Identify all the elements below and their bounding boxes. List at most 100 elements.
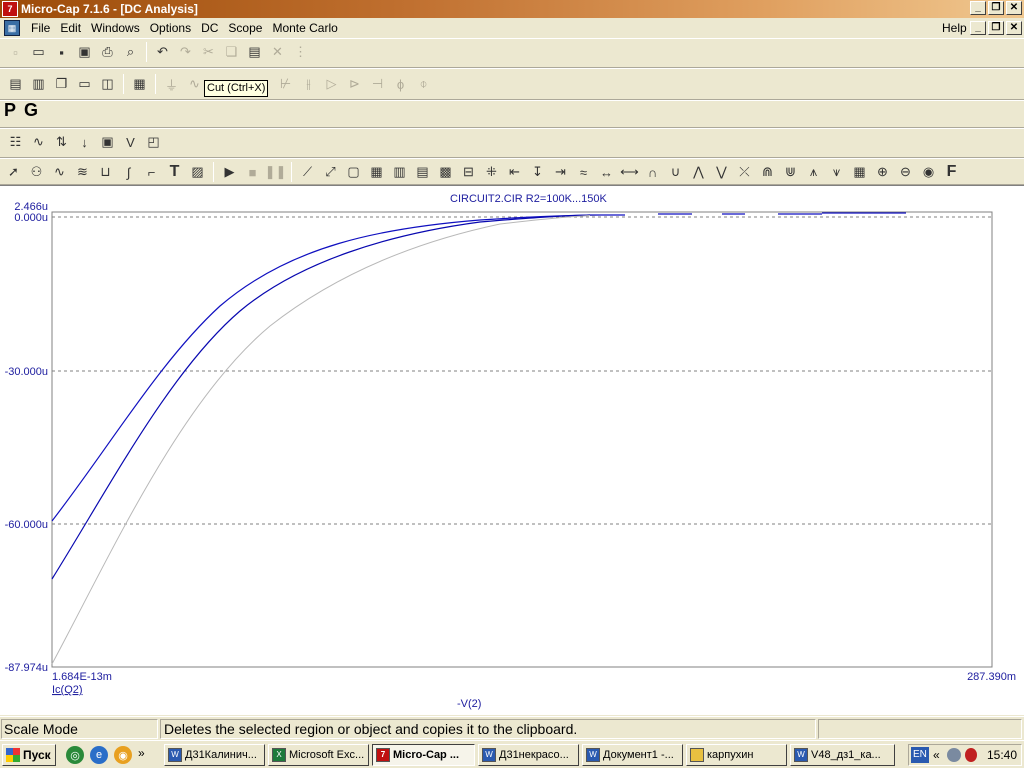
waveform-icon[interactable]: ∿ (27, 131, 50, 153)
menu-dc[interactable]: DC (196, 18, 223, 38)
tile-vertical-icon[interactable]: ▥ (27, 73, 50, 95)
slope-icon[interactable]: ⤢ (319, 161, 342, 183)
menu-help[interactable]: Help (942, 18, 967, 38)
probe-icon[interactable]: ↓ (73, 131, 96, 153)
start-button[interactable]: Пуск (2, 744, 56, 766)
transistor-icon[interactable]: ⊬ (274, 73, 297, 95)
zoom-in-icon[interactable]: ⊕ (871, 161, 894, 183)
global-high-icon[interactable]: ⋒ (756, 161, 779, 183)
app-icon[interactable]: 7 (2, 1, 18, 17)
inflection-icon[interactable]: ⤫ (733, 161, 756, 183)
font-icon[interactable]: F (940, 161, 963, 183)
copy-icon[interactable]: ❏ (220, 41, 243, 63)
point-tag-icon[interactable]: ≋ (71, 161, 94, 183)
same-y-icon[interactable]: ≈ (572, 161, 595, 183)
cursor-icon[interactable]: ↧ (526, 161, 549, 183)
cascade-icon[interactable]: ❐ (50, 73, 73, 95)
plot-area[interactable]: CIRCUIT2.CIR R2=100K...150K 2.466u 0.000… (0, 185, 1024, 715)
top-icon[interactable]: ⩚ (802, 161, 825, 183)
close-icon[interactable]: ✕ (1006, 1, 1022, 15)
plot-window-icon[interactable]: ▣ (96, 131, 119, 153)
document-icon[interactable]: ▦ (4, 20, 20, 36)
new-icon[interactable]: ▫ (4, 41, 27, 63)
global-low-icon[interactable]: ⋓ (779, 161, 802, 183)
scale-mode-icon[interactable]: ∿ (48, 161, 71, 183)
task-button-3[interactable]: 7 Micro-Cap ... (372, 744, 475, 766)
internet-explorer-icon[interactable]: e (90, 746, 108, 764)
dc-analysis-plot[interactable]: CIRCUIT2.CIR R2=100K...150K 2.466u 0.000… (0, 186, 1024, 716)
text-icon[interactable]: T (163, 161, 186, 183)
tray-app-icon[interactable] (947, 748, 961, 762)
restore-icon[interactable]: ❐ (988, 1, 1004, 15)
task-button-7[interactable]: W V48_дз1_ка... (790, 744, 895, 766)
low-icon[interactable]: ⋁ (710, 161, 733, 183)
delete-icon[interactable]: ✕ (266, 41, 289, 63)
x-variable-label[interactable]: -V(2) (457, 698, 481, 710)
select-mode-icon[interactable]: ⚇ (25, 161, 48, 183)
save-all-icon[interactable]: ▣ (73, 41, 96, 63)
menu-options[interactable]: Options (145, 18, 196, 38)
properties-icon[interactable]: ▨ (186, 161, 209, 183)
vertical-tag-icon[interactable]: ∫ (117, 161, 140, 183)
doc-close-icon[interactable]: ✕ (1006, 21, 1022, 35)
run-icon[interactable]: ▶ (218, 161, 241, 183)
tray-security-icon[interactable] (965, 748, 977, 762)
language-indicator[interactable]: EN (911, 747, 929, 763)
split-window-icon[interactable]: ◫ (96, 73, 119, 95)
menu-scope[interactable]: Scope (223, 18, 267, 38)
source-icon[interactable]: ϕ (389, 73, 412, 95)
diode-icon[interactable]: ⊳ (343, 73, 366, 95)
task-button-2[interactable]: X Microsoft Exc... (268, 744, 369, 766)
paste-icon[interactable]: ▤ (243, 41, 266, 63)
battery-icon[interactable]: ⊣ (366, 73, 389, 95)
opamp-icon[interactable]: ▷ (320, 73, 343, 95)
save-icon[interactable]: ▪ (50, 41, 73, 63)
line-icon[interactable]: ⟋ (296, 161, 319, 183)
high-icon[interactable]: ⋀ (687, 161, 710, 183)
calculator-icon[interactable]: ▦ (128, 73, 151, 95)
bottom-icon[interactable]: ⩛ (825, 161, 848, 183)
zoom-window-icon[interactable]: ◰ (142, 131, 165, 153)
performance-tag-icon[interactable]: ⌐ (140, 161, 163, 183)
open-icon[interactable]: ▭ (27, 41, 50, 63)
tile-horizontal-icon[interactable]: ▤ (4, 73, 27, 95)
baseline-icon[interactable]: ⊟ (457, 161, 480, 183)
task-button-1[interactable]: W Д31Калинич... (164, 744, 265, 766)
capacitor-icon[interactable]: ⫲ (297, 73, 320, 95)
print-icon[interactable]: ⎙ (96, 41, 119, 63)
cursor-left-icon[interactable]: ⇤ (503, 161, 526, 183)
rectangle-icon[interactable]: ▢ (342, 161, 365, 183)
probe-p-button[interactable]: P (4, 100, 16, 121)
redo-icon[interactable]: ↷ (174, 41, 197, 63)
select-all-icon[interactable]: ⋮ (289, 41, 312, 63)
valley-icon[interactable]: ∪ (664, 161, 687, 183)
cursor-right-icon[interactable]: ⇥ (549, 161, 572, 183)
grid-icon[interactable]: ▦ (365, 161, 388, 183)
grid-fine-icon[interactable]: ▩ (434, 161, 457, 183)
numeric-output-icon[interactable]: ☷ (4, 131, 27, 153)
horizontal-tag-icon[interactable]: ⊔ (94, 161, 117, 183)
task-button-5[interactable]: W Документ1 -... (582, 744, 683, 766)
chrome-icon[interactable]: ◉ (114, 746, 132, 764)
color-icon[interactable]: ◉ (917, 161, 940, 183)
window-icon[interactable]: ▭ (73, 73, 96, 95)
stepping-icon[interactable]: ⇅ (50, 131, 73, 153)
doc-minimize-icon[interactable]: _ (970, 21, 986, 35)
probe-g-button[interactable]: G (24, 100, 38, 121)
current-source-icon[interactable]: ⌽ (412, 73, 435, 95)
zoom-out-icon[interactable]: ⊖ (894, 161, 917, 183)
quick-launch-browser-icon[interactable]: ◎ (66, 746, 84, 764)
next-point-icon[interactable]: ↔ (595, 161, 618, 183)
doc-restore-icon[interactable]: ❐ (988, 21, 1004, 35)
tray-expand-icon[interactable]: « (933, 745, 940, 765)
menu-monte-carlo[interactable]: Monte Carlo (267, 18, 342, 38)
menu-windows[interactable]: Windows (86, 18, 145, 38)
undo-icon[interactable]: ↶ (151, 41, 174, 63)
cross-icon[interactable]: ⁜ (480, 161, 503, 183)
major-grid-icon[interactable]: ▤ (411, 161, 434, 183)
pause-icon[interactable]: ❚❚ (264, 161, 287, 183)
menu-edit[interactable]: Edit (55, 18, 86, 38)
print-preview-icon[interactable]: ⌕ (119, 41, 142, 63)
menu-file[interactable]: File (26, 18, 55, 38)
prev-point-icon[interactable]: ⟷ (618, 161, 641, 183)
